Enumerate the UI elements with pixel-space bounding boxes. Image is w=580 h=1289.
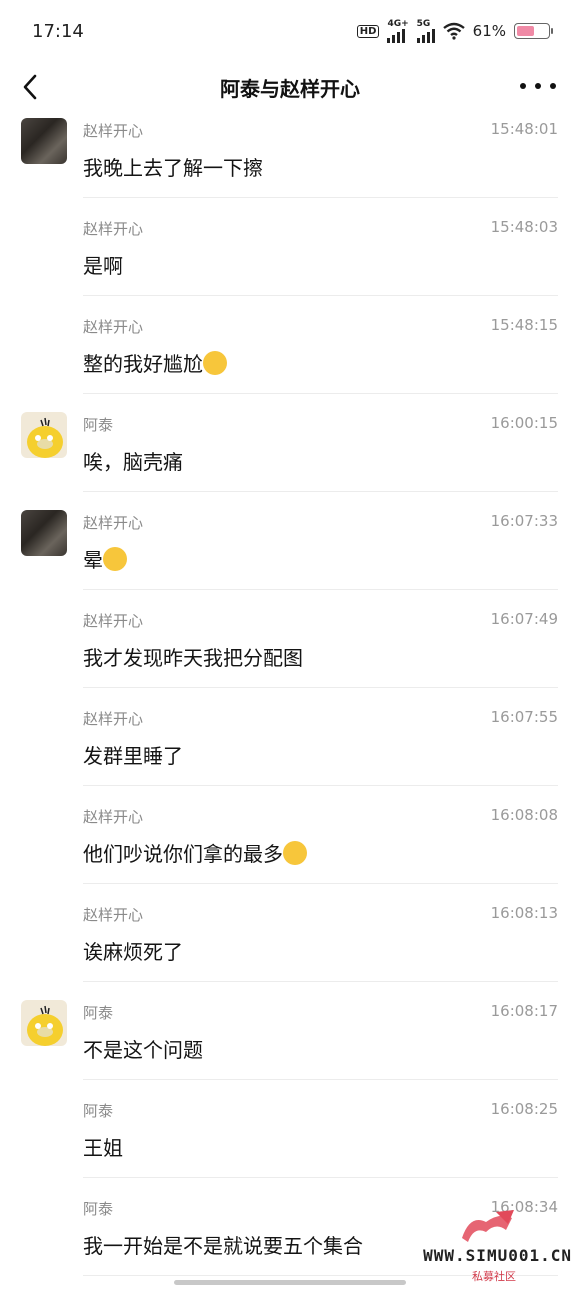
signal-1-icon: 4G+ (387, 19, 409, 43)
message-sender: 阿泰 (83, 1102, 114, 1120)
home-indicator[interactable] (174, 1280, 406, 1285)
message-text: 我才发现昨天我把分配图 (83, 646, 303, 670)
message-text: 他们吵说你们拿的最多 (83, 838, 307, 867)
message-text: 我晚上去了解一下擦 (83, 156, 263, 180)
status-time: 17:14 (32, 20, 84, 42)
avatar[interactable] (21, 412, 67, 458)
message-time: 15:48:03 (490, 218, 558, 236)
battery-icon (514, 23, 553, 39)
message-text: 我一开始是不是就说要五个集合 (83, 1234, 363, 1258)
hd-icon: HD (356, 24, 380, 38)
message-text: 王姐 (83, 1136, 123, 1160)
message-list[interactable]: 赵样开心 15:48:01 我晚上去了解一下擦 赵样开心 15:48:03 是啊 赵样开… (0, 112, 580, 1289)
message-time: 16:07:55 (490, 708, 558, 726)
navigation-bar: 阿泰与赵样开心 (0, 62, 580, 112)
watermark-logo-icon (462, 1210, 514, 1242)
message-item: 赵样开心 16:07:49 我才发现昨天我把分配图 (0, 590, 580, 688)
message-sender: 阿泰 (83, 1004, 114, 1022)
message-item: 赵样开心 16:08:08 他们吵说你们拿的最多 (0, 786, 580, 884)
avatar[interactable] (21, 1000, 67, 1046)
message-time: 16:08:13 (490, 904, 558, 922)
avatar[interactable] (21, 510, 67, 556)
message-time: 16:07:49 (490, 610, 558, 628)
message-item: 赵样开心 15:48:01 我晚上去了解一下擦 (0, 112, 580, 198)
message-sender: 阿泰 (83, 1200, 114, 1218)
message-text: 整的我好尴尬 (83, 348, 227, 377)
wifi-icon (442, 22, 465, 40)
crying-laughing-emoji (283, 841, 307, 865)
message-item: 阿泰 16:08:25 王姐 (0, 1080, 580, 1178)
message-item: 阿泰 16:08:17 不是这个问题 (0, 982, 580, 1080)
message-sender: 赵样开心 (83, 808, 144, 826)
message-time: 16:08:25 (490, 1100, 558, 1118)
message-text: 唉，脑壳痛 (83, 450, 183, 474)
dizzy-face-emoji (103, 547, 127, 571)
message-text: 发群里睡了 (83, 744, 183, 768)
message-item: 赵样开心 16:07:33 晕 (0, 492, 580, 590)
message-sender: 赵样开心 (83, 122, 144, 140)
message-time: 16:00:15 (490, 414, 558, 432)
message-sender: 赵样开心 (83, 220, 144, 238)
signal-2-icon: 5G (416, 19, 435, 43)
message-sender: 赵样开心 (83, 318, 144, 336)
message-sender: 赵样开心 (83, 514, 144, 532)
message-item: 赵样开心 16:08:13 诶麻烦死了 (0, 884, 580, 982)
message-text: 是啊 (83, 254, 123, 278)
message-sender: 赵样开心 (83, 612, 144, 630)
status-icons: HD 4G+ 5G 61% (356, 19, 553, 43)
page-title: 阿泰与赵样开心 (220, 76, 360, 101)
battery-percent: 61% (472, 22, 506, 40)
watermark: WWW.SIMU001.CN 私募社区 (404, 1208, 574, 1283)
message-item: 赵样开心 16:07:55 发群里睡了 (0, 688, 580, 786)
message-time: 16:08:17 (490, 1002, 558, 1020)
message-item: 阿泰 16:00:15 唉，脑壳痛 (0, 394, 580, 492)
sweat-smile-emoji (203, 351, 227, 375)
message-text: 诶麻烦死了 (83, 940, 183, 964)
message-sender: 赵样开心 (83, 710, 144, 728)
message-time: 15:48:01 (490, 120, 558, 138)
message-text: 不是这个问题 (83, 1038, 203, 1062)
message-text: 晕 (83, 544, 127, 573)
message-sender: 赵样开心 (83, 906, 144, 924)
status-bar: 17:14 HD 4G+ 5G 61% (0, 0, 580, 62)
battery-fill (517, 26, 534, 36)
message-item: 赵样开心 15:48:15 整的我好尴尬 (0, 296, 580, 394)
message-sender: 阿泰 (83, 416, 114, 434)
message-time: 16:07:33 (490, 512, 558, 530)
more-options-icon[interactable] (520, 72, 556, 100)
message-time: 15:48:15 (490, 316, 558, 334)
back-arrow-icon[interactable] (16, 70, 46, 104)
message-time: 16:08:08 (490, 806, 558, 824)
watermark-sub: 私募社区 (472, 1270, 516, 1283)
message-item: 赵样开心 15:48:03 是啊 (0, 198, 580, 296)
avatar[interactable] (21, 118, 67, 164)
watermark-site: WWW.SIMU001.CN (423, 1246, 572, 1265)
